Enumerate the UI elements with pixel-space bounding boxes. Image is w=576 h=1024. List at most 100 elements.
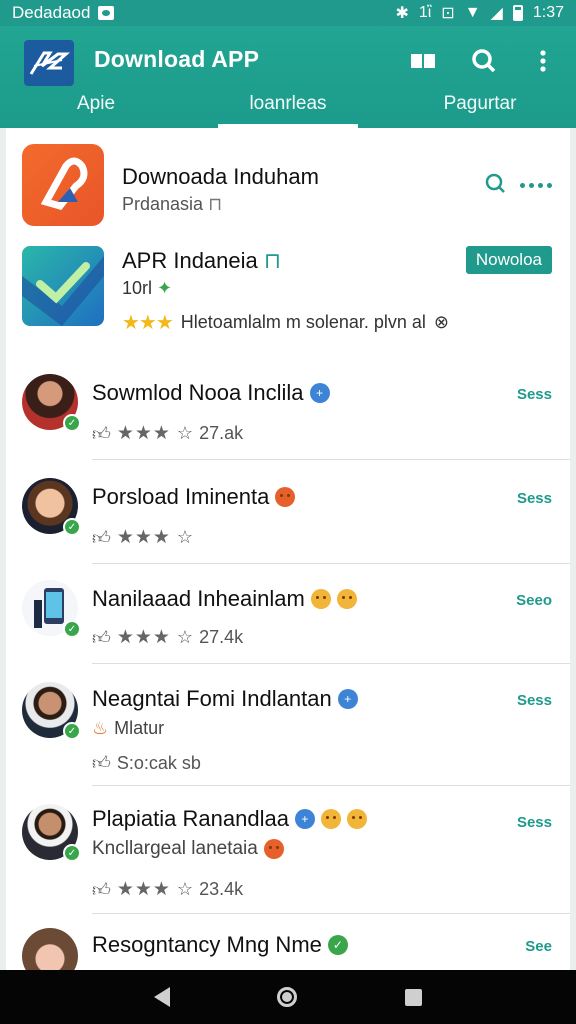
thumbs-up-icon[interactable]: 👍︎ [92, 423, 111, 445]
top-item-name: Downoada Induham [122, 164, 319, 189]
vibrate-icon: ⊡ [441, 5, 455, 22]
clipboard-icon: ⊓ [263, 248, 282, 273]
app-icon-orange [22, 144, 104, 226]
more-dots-icon[interactable] [520, 183, 552, 188]
list-item-featured[interactable]: APR Indaneia ⊓ 10rl ✦ ★★★ Hletoamlalm m … [6, 230, 570, 360]
close-circle-icon[interactable]: ⊗ [434, 312, 449, 333]
overflow-menu-icon[interactable] [530, 48, 556, 74]
featured-title: APR Indaneia ⊓ [122, 248, 282, 273]
notification-icon [98, 6, 115, 20]
avatar: ✓ [22, 804, 81, 862]
signal-text-icon: 1ἲ [418, 4, 432, 21]
verified-icon: ✓ [63, 722, 81, 740]
item-title: Nanilaaad Inheainlam [92, 586, 357, 612]
see-link[interactable]: Sess [517, 386, 552, 403]
plus-badge-icon: + [337, 689, 358, 709]
list-item[interactable]: ✓ Neagntai Fomi Indlantan + ♨ Mlatur 👍︎ … [6, 664, 570, 786]
star-outline-icon: ☆ [176, 423, 194, 443]
verified-icon: ✓ [63, 844, 81, 862]
lock-icon: ⊓ [208, 194, 223, 214]
thumbs-up-icon[interactable]: 👍︎ [92, 752, 111, 774]
app-logo-icon [24, 40, 74, 86]
book-icon[interactable] [410, 48, 436, 74]
rating-stars: ★★★ [116, 627, 171, 648]
featured-rating: ★★★ Hletoamlalm m solenar. plvn al ⊗ [122, 312, 449, 334]
tab-apie[interactable]: Apie [0, 84, 192, 128]
bluetooth-icon: ✱ [395, 5, 409, 22]
rating-stars: ★★★ [116, 423, 171, 444]
item-subline: Kncllargeal lanetaia [92, 838, 284, 860]
emoji-icon [320, 809, 341, 829]
avatar: ✓ [22, 478, 81, 536]
app-list: Downoada Induham Prdanasia ⊓ APR Indanei… [6, 128, 570, 970]
status-bar: Dedadaod ✱ 1ἲ ⊡ ▼ ◢ 1:37 [0, 0, 576, 26]
list-item[interactable]: ✓ Porsload Iminenta 👍︎ ★★★ ☆ Sess [6, 460, 570, 564]
clock: 1:37 [532, 4, 564, 21]
app-icon-check [22, 246, 104, 326]
rating-stars: ★★★ [116, 879, 171, 900]
emoji-icon [346, 809, 367, 829]
verified-icon: ✓ [63, 620, 81, 638]
carrier-label: Dedadaod [12, 3, 91, 22]
tab-pagurtar[interactable]: Pagurtar [384, 84, 576, 128]
fire-icon: ♨ [92, 718, 109, 738]
battery-icon [512, 5, 523, 21]
avatar: ✓ [22, 374, 81, 432]
system-nav-bar [0, 970, 576, 1024]
avatar: ✓ [22, 682, 81, 740]
list-item[interactable]: Resogntancy Mng Nme ✓ See [6, 914, 570, 970]
item-title: Plapiatia Ranandlaa + [92, 806, 367, 832]
app-title: Download APP [94, 46, 260, 72]
angry-emoji-icon [275, 487, 296, 507]
list-item[interactable]: ✓ Plapiatia Ranandlaa + Kncllargeal lane… [6, 786, 570, 914]
verified-icon: ✓ [63, 414, 81, 432]
emoji-icon [336, 589, 357, 609]
app-bar: Download APP Apie loanrleas Pagurtar [0, 26, 576, 128]
see-link[interactable]: See [525, 938, 552, 955]
emoji-icon [310, 589, 331, 609]
item-title: Resogntancy Mng Nme ✓ [92, 932, 348, 958]
see-link[interactable]: Sess [517, 490, 552, 507]
item-meta: 👍︎ S:o:cak sb [92, 752, 201, 774]
rating-stars: ★★★ [122, 312, 174, 334]
see-link[interactable]: Sess [517, 692, 552, 709]
search-icon[interactable] [470, 48, 496, 74]
verified-icon: ✓ [63, 518, 81, 536]
item-meta: 👍︎ ★★★ ☆ 27.4k [92, 627, 244, 649]
featured-downloads: 10rl ✦ [122, 278, 173, 298]
check-badge-icon: ✓ [327, 935, 348, 955]
angry-emoji-icon [263, 839, 284, 859]
star-outline-icon: ☆ [176, 879, 194, 899]
tab-bar: Apie loanrleas Pagurtar [0, 84, 576, 128]
list-item-top[interactable]: Downoada Induham Prdanasia ⊓ [6, 128, 570, 230]
see-link[interactable]: Seeo [516, 592, 552, 609]
star-outline-icon: ☆ [176, 627, 194, 647]
list-item[interactable]: ✓ Nanilaaad Inheainlam 👍︎ ★★★ ☆ 27.4k Se… [6, 564, 570, 664]
download-button[interactable]: Nowoloa [465, 246, 552, 274]
list-item[interactable]: ✓ Sowmlod Nooa Inclila + 👍︎ ★★★ ☆ 27.ak … [6, 360, 570, 460]
see-link[interactable]: Sess [517, 814, 552, 831]
cell-signal-icon: ◢ [490, 5, 503, 22]
recents-icon[interactable] [405, 988, 423, 1006]
back-icon[interactable] [153, 987, 170, 1007]
item-meta: 👍︎ ★★★ ☆ [92, 526, 193, 549]
top-item-subtitle: Prdanasia ⊓ [122, 194, 223, 214]
zoom-icon[interactable] [484, 172, 506, 199]
home-icon[interactable] [277, 987, 298, 1007]
thumbs-up-icon[interactable]: 👍︎ [92, 627, 111, 649]
thumbs-up-icon[interactable]: 👍︎ [92, 527, 111, 549]
plus-badge-icon: + [309, 383, 330, 403]
item-subline: ♨ Mlatur [92, 718, 165, 738]
star-outline-icon: ☆ [176, 527, 194, 547]
wifi-icon: ▼ [464, 4, 481, 21]
item-title: Sowmlod Nooa Inclila + [92, 380, 330, 406]
item-title: Neagntai Fomi Indlantan + [92, 686, 358, 712]
item-meta: 👍︎ ★★★ ☆ 23.4k [92, 879, 244, 901]
plus-badge-icon: + [294, 809, 315, 829]
item-title: Porsload Iminenta [92, 484, 296, 510]
tab-loanrleas[interactable]: loanrleas [192, 84, 384, 128]
avatar: ✓ [22, 580, 81, 638]
rating-stars: ★★★ [116, 527, 171, 548]
thumbs-up-icon[interactable]: 👍︎ [92, 879, 111, 901]
item-meta: 👍︎ ★★★ ☆ 27.ak [92, 423, 244, 445]
